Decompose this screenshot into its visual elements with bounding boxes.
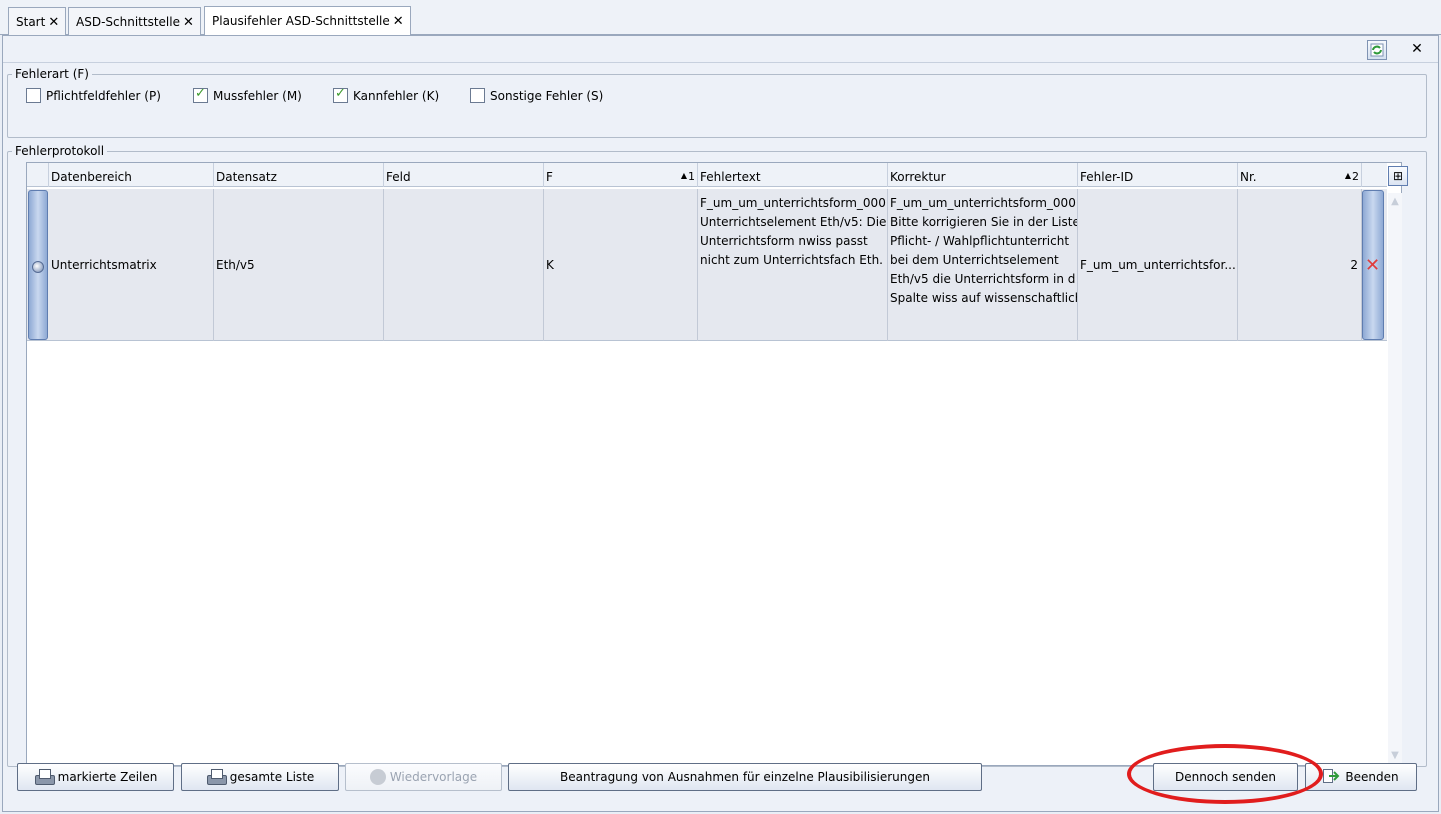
close-panel-button[interactable]: ✕ <box>1407 40 1427 60</box>
tab-label: Plausifehler ASD-Schnittstelle <box>212 14 390 28</box>
wiedervorlage-button[interactable]: Wiedervorlage <box>345 763 502 791</box>
header-selector <box>27 163 49 187</box>
korrektur-line: Eth/v5 die Unterrichtsform in d <box>890 272 1076 286</box>
printer-icon <box>34 769 55 785</box>
print-selected-rows-button[interactable]: markierte Zeilen <box>17 763 174 791</box>
header-datenbereich[interactable]: Datenbereich <box>49 163 214 187</box>
korrektur-line: Pflicht- / Wahlpflichtunterricht <box>890 234 1070 248</box>
sort-order: 2 <box>1352 170 1359 183</box>
header-datensatz[interactable]: Datensatz <box>214 163 384 187</box>
sort-ascending-icon: ▲ <box>680 171 687 180</box>
korrektur-line: Spalte wiss auf wissenschaftlich <box>890 291 1078 305</box>
refresh-button[interactable] <box>1367 40 1387 60</box>
dennoch-senden-button[interactable]: Dennoch senden <box>1153 763 1298 791</box>
header-nr[interactable]: Nr. ▲2 <box>1238 163 1362 187</box>
beantragung-ausnahmen-button[interactable]: Beantragung von Ausnahmen für einzelne P… <box>508 763 982 791</box>
button-label: gesamte Liste <box>229 770 315 784</box>
content-panel: ✕ Fehlerart (F) Pflichtfeldfehler (P) Mu… <box>2 35 1439 812</box>
cell-feld[interactable] <box>384 189 544 341</box>
refresh-icon <box>1370 43 1384 57</box>
cell-korrektur[interactable]: F_um_um_unterrichtsform_000 Bitte korrig… <box>888 189 1078 341</box>
sort-order: 1 <box>688 170 695 183</box>
cell-nr[interactable]: 2 <box>1238 189 1362 341</box>
fehlertext-line: Unterrichtsform nwiss passt <box>700 234 868 248</box>
cell-datensatz[interactable]: Eth/v5 <box>214 189 384 341</box>
row-selector[interactable] <box>28 190 48 340</box>
fehlerart-legend: Fehlerart (F) <box>15 67 89 81</box>
printer-icon <box>206 769 227 785</box>
sort-ascending-icon: ▲ <box>1344 171 1351 180</box>
grid-header: Datenbereich Datensatz Feld F ▲1 Fehlert… <box>27 163 1387 187</box>
cell-datenbereich[interactable]: Unterrichtsmatrix <box>49 189 214 341</box>
scroll-down-icon[interactable]: ▼ <box>1390 751 1400 761</box>
tab-asd-schnittstelle[interactable]: ASD-Schnittstelle ✕ <box>68 7 201 35</box>
checkbox-box[interactable] <box>470 88 485 103</box>
print-full-list-button[interactable]: gesamte Liste <box>181 763 339 791</box>
header-korrektur[interactable]: Korrektur <box>888 163 1078 187</box>
tab-start[interactable]: Start ✕ <box>8 7 67 35</box>
sort-indicator: ▲1 <box>681 170 695 183</box>
header-label: Datensatz <box>216 170 277 184</box>
tab-plausifehler[interactable]: Plausifehler ASD-Schnittstelle ✕ <box>204 6 411 36</box>
header-label: Datenbereich <box>51 170 132 184</box>
column-chooser-button[interactable]: ⊞ <box>1388 166 1408 186</box>
close-icon[interactable]: ✕ <box>48 15 59 30</box>
tab-bar: Start ✕ ASD-Schnittstelle ✕ Plausifehler A… <box>0 0 1441 36</box>
fehler-grid: Datenbereich Datensatz Feld F ▲1 Fehlert… <box>26 162 1408 766</box>
korrektur-line: bei dem Unterrichtselement <box>890 253 1059 267</box>
header-f[interactable]: F ▲1 <box>544 163 698 187</box>
header-fehler-id[interactable]: Fehler-ID <box>1078 163 1238 187</box>
cell-f[interactable]: K <box>544 189 698 341</box>
header-label: Fehlertext <box>700 170 761 184</box>
checkbox-label: Pflichtfeldfehler (P) <box>46 88 161 103</box>
korrektur-line: Bitte korrigieren Sie in der Liste <box>890 215 1078 229</box>
checkbox-mussfehler[interactable]: Mussfehler (M) <box>193 86 302 103</box>
header-label: Korrektur <box>890 170 946 184</box>
header-label: Nr. <box>1240 170 1257 184</box>
header-label: F <box>546 170 553 184</box>
korrektur-line: F_um_um_unterrichtsform_000 <box>890 196 1076 210</box>
exit-arrow-icon <box>1323 768 1341 786</box>
cell-fehlertext[interactable]: F_um_um_unterrichtsform_000 Unterrichtse… <box>698 189 888 341</box>
checkbox-box[interactable] <box>193 86 208 103</box>
button-label: markierte Zeilen <box>57 770 158 784</box>
wiedervorlage-icon <box>369 769 386 785</box>
checkbox-label: Kannfehler (K) <box>353 88 440 103</box>
vertical-scrollbar[interactable]: ▲ ▼ <box>1388 193 1402 765</box>
header-feld[interactable]: Feld <box>384 163 544 187</box>
delete-icon: ✕ <box>1365 255 1381 276</box>
checkbox-box[interactable] <box>333 86 348 103</box>
fehlertext-line: Unterrichtselement Eth/v5: Die <box>700 215 887 229</box>
column-chooser-icon: ⊞ <box>1392 169 1404 183</box>
close-icon[interactable]: ✕ <box>393 14 404 29</box>
cell-fehler-id[interactable]: F_um_um_unterrichtsfor... <box>1078 189 1238 341</box>
header-fehlertext[interactable]: Fehlertext <box>698 163 888 187</box>
sort-indicator: ▲2 <box>1345 170 1359 183</box>
fehlertext-line: nicht zum Unterrichtsfach Eth. <box>700 253 883 267</box>
toolbar: ✕ <box>3 36 1438 63</box>
tab-label: Start <box>16 15 46 29</box>
checkbox-kannfehler[interactable]: Kannfehler (K) <box>333 86 440 103</box>
close-icon[interactable]: ✕ <box>183 15 194 30</box>
beenden-button[interactable]: Beenden <box>1305 763 1417 791</box>
checkbox-label: Sonstige Fehler (S) <box>490 88 604 103</box>
button-label: Wiedervorlage <box>389 770 478 784</box>
tab-label: ASD-Schnittstelle <box>76 15 180 29</box>
button-label: Beenden <box>1345 770 1399 784</box>
delete-row-button[interactable]: ✕ <box>1362 190 1384 340</box>
header-label: Feld <box>386 170 411 184</box>
row-indicator-icon <box>32 261 44 273</box>
checkbox-label: Mussfehler (M) <box>213 88 302 103</box>
checkbox-box[interactable] <box>26 88 41 103</box>
fehlerprotokoll-legend: Fehlerprotokoll <box>15 144 105 158</box>
table-row[interactable]: Unterrichtsmatrix Eth/v5 K F_um_um_unter… <box>27 189 1387 341</box>
checkbox-sonstige-fehler[interactable]: Sonstige Fehler (S) <box>470 88 603 103</box>
header-label: Fehler-ID <box>1080 170 1134 184</box>
checkbox-pflichtfeldfehler[interactable]: Pflichtfeldfehler (P) <box>26 88 161 103</box>
scroll-up-icon[interactable]: ▲ <box>1390 197 1400 207</box>
fehlertext-line: F_um_um_unterrichtsform_000 <box>700 196 886 210</box>
